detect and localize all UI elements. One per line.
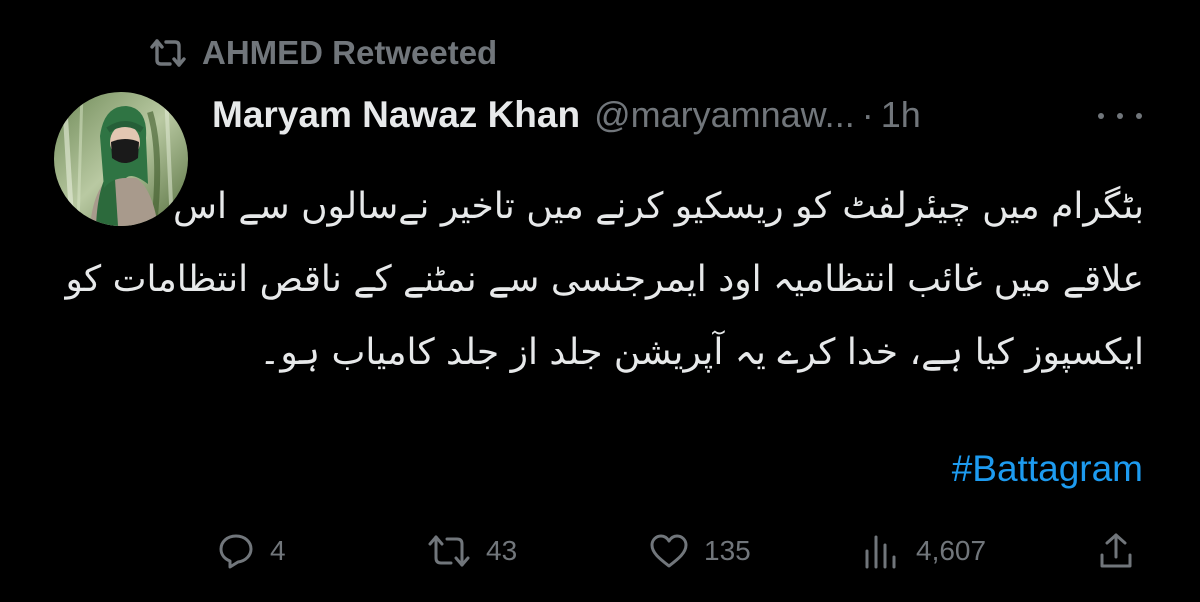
share-button[interactable] <box>1096 528 1136 574</box>
share-icon <box>1096 531 1136 571</box>
reply-icon <box>216 531 256 571</box>
tweet-text-line: بٹگرام میں چیئرلفٹ کو ریسکیو کرنے میں تا… <box>173 186 1144 227</box>
more-dot <box>1098 113 1104 119</box>
views-button[interactable]: 4,607 <box>862 528 986 574</box>
reply-button[interactable]: 4 <box>216 528 286 574</box>
retweet-banner-text: AHMED Retweeted <box>202 34 498 71</box>
more-options-button[interactable] <box>1098 108 1142 124</box>
heart-icon <box>648 532 690 570</box>
display-name[interactable]: Maryam Nawaz Khan <box>212 94 580 136</box>
retweet-count: 43 <box>486 535 518 566</box>
retweet-icon <box>148 37 188 69</box>
reply-count: 4 <box>270 535 286 566</box>
views-count: 4,607 <box>916 535 987 566</box>
like-button[interactable]: 135 <box>648 528 751 574</box>
tweet-text-line: علاقے میں غائب انتظامیہ اود ایمرجنسی سے … <box>65 259 1144 300</box>
tweet-text: بٹگرام میں چیئرلفٹ کو ریسکیو کرنے میں تا… <box>65 170 1144 389</box>
like-count: 135 <box>704 535 751 566</box>
user-handle[interactable]: @maryamnaw... <box>594 94 855 136</box>
views-icon <box>862 533 902 569</box>
tweet-text-line: ایکسپوز کیا ہے، خدا کرے یہ آپریشن جلد از… <box>259 332 1144 373</box>
retweet-banner[interactable]: AHMED Retweeted <box>148 28 497 78</box>
tweet-header: Maryam Nawaz Khan @maryamnaw... · 1h <box>212 90 1152 140</box>
tweet-actions: 4 43 135 4,607 <box>212 528 1148 574</box>
retweet-icon <box>426 533 472 569</box>
more-dot <box>1117 113 1123 119</box>
separator-dot: · <box>861 94 874 135</box>
more-dot <box>1136 113 1142 119</box>
retweet-button[interactable]: 43 <box>426 528 517 574</box>
tweet-timestamp[interactable]: 1h <box>881 94 921 136</box>
hashtag-link[interactable]: #Battagram <box>952 448 1143 490</box>
avatar[interactable] <box>54 92 188 226</box>
